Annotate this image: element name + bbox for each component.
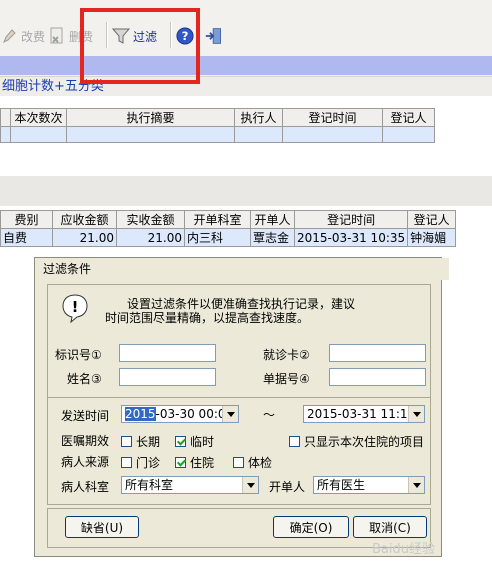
doc-no-input[interactable] xyxy=(329,368,426,386)
ok-button[interactable]: 确定(O) xyxy=(273,516,349,538)
chevron-down-icon[interactable] xyxy=(408,477,424,493)
pencil-icon xyxy=(0,27,18,45)
column-header[interactable]: 费别 xyxy=(0,210,53,229)
edit-fee-button[interactable]: 改费 xyxy=(0,22,45,50)
ordering-doctor-label: 开单人 xyxy=(269,480,306,494)
chevron-down-icon[interactable] xyxy=(222,406,238,422)
id-label: 标识号① xyxy=(55,348,102,362)
temporary-checkbox[interactable]: 临时 xyxy=(175,433,214,450)
column-header[interactable]: 应收金额 xyxy=(52,210,117,229)
column-header[interactable]: 登记人 xyxy=(407,210,457,229)
cancel-button[interactable]: 取消(C) xyxy=(353,516,427,538)
checkbox-box[interactable] xyxy=(175,436,186,447)
time-range-separator: ～ xyxy=(263,408,276,422)
name-input[interactable] xyxy=(119,368,216,386)
svg-text:!: ! xyxy=(72,298,79,316)
doc-no-label: 单据号④ xyxy=(263,372,310,386)
edit-fee-label: 改费 xyxy=(21,29,46,44)
table-header-row: 费别 应收金额 实收金额 开单科室 开单人 登记时间 登记人 xyxy=(0,210,457,229)
dialog-title: 过滤条件 xyxy=(35,258,449,280)
column-header[interactable]: 登记时间 xyxy=(282,108,383,127)
outpatient-checkbox[interactable]: 门诊 xyxy=(121,454,160,471)
exit-button[interactable] xyxy=(205,22,223,50)
column-header[interactable]: 本次数次 xyxy=(10,108,67,127)
filter-dialog: 过滤条件 ! 设置过滤条件以便准确查找执行记录，建议 时间范围尽量精确，以提高查… xyxy=(34,257,449,557)
current-stay-checkbox[interactable]: 只显示本次住院的项目 xyxy=(289,433,424,450)
send-time-from-picker[interactable]: 2015-03-30 00:00 xyxy=(121,405,239,423)
card-input[interactable] xyxy=(329,344,426,362)
patient-dept-select[interactable]: 所有科室 xyxy=(121,476,259,494)
default-button[interactable]: 缺省(U) xyxy=(65,516,139,538)
chevron-down-icon[interactable] xyxy=(408,406,424,422)
column-header[interactable]: 登记人 xyxy=(382,108,435,127)
column-header[interactable]: 执行人 xyxy=(234,108,283,127)
column-header[interactable]: 执行摘要 xyxy=(66,108,235,127)
card-label: 就诊卡② xyxy=(263,348,310,362)
checkbox-box[interactable] xyxy=(233,457,244,468)
patient-dept-label: 病人科室 xyxy=(61,480,110,494)
physical-exam-checkbox[interactable]: 体检 xyxy=(233,454,272,471)
long-term-checkbox[interactable]: 长期 xyxy=(121,433,160,450)
order-validity-label: 医嘱期效 xyxy=(61,434,110,448)
highlight-annotation-box xyxy=(80,8,200,84)
column-header[interactable]: 开单科室 xyxy=(184,210,251,229)
table-row[interactable]: 自费 21.00 21.00 内三科 覃志金 2015-03-31 10:35 … xyxy=(0,228,457,247)
exit-door-icon xyxy=(205,27,223,45)
column-header[interactable]: 实收金额 xyxy=(116,210,185,229)
delete-document-icon xyxy=(48,27,66,45)
id-input[interactable] xyxy=(119,344,216,362)
send-time-label: 发送时间 xyxy=(61,409,110,423)
name-label: 姓名③ xyxy=(67,372,102,386)
checkbox-box[interactable] xyxy=(121,457,132,468)
column-header[interactable] xyxy=(0,108,11,127)
upper-panel-title: 细胞计数+五分类 xyxy=(0,77,492,96)
ordering-doctor-select[interactable]: 所有医生 xyxy=(313,476,425,494)
dialog-message-line2: 时间范围尽量精确，以提高查找速度。 xyxy=(105,311,310,325)
panel-header-strip xyxy=(0,56,492,75)
watermark-text: Baidu经验 xyxy=(372,542,435,557)
column-header[interactable]: 登记时间 xyxy=(293,210,409,229)
table-row[interactable] xyxy=(0,126,435,143)
send-time-to-picker[interactable]: 2015-03-31 11:16 xyxy=(303,405,425,423)
fee-records-table: 费别 应收金额 实收金额 开单科室 开单人 登记时间 登记人 自费 21.00 … xyxy=(0,210,457,247)
panel-gap xyxy=(0,176,492,206)
checkbox-box[interactable] xyxy=(121,436,132,447)
inpatient-checkbox[interactable]: 住院 xyxy=(175,454,214,471)
execution-records-table: 本次数次 执行摘要 执行人 登记时间 登记人 xyxy=(0,108,435,143)
checkbox-box[interactable] xyxy=(289,436,300,447)
chevron-down-icon[interactable] xyxy=(242,477,258,493)
info-icon: ! xyxy=(61,293,89,324)
patient-source-label: 病人来源 xyxy=(61,455,110,469)
column-header[interactable]: 开单人 xyxy=(250,210,295,229)
checkbox-box[interactable] xyxy=(175,457,186,468)
table-header-row: 本次数次 执行摘要 执行人 登记时间 登记人 xyxy=(0,108,435,127)
